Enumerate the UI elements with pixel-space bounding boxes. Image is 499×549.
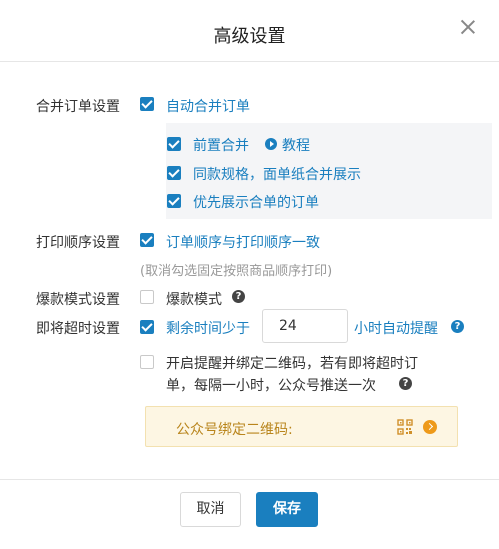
bind-qr-label-line2[interactable]: 单，每隔一小时，公众号推送一次: [166, 375, 376, 395]
qr-bind-banner[interactable]: 公众号绑定二维码:: [145, 406, 458, 447]
help-icon[interactable]: ?: [451, 320, 464, 333]
priority-merge-checkbox[interactable]: [167, 194, 181, 208]
footer-divider: [0, 479, 499, 480]
help-icon[interactable]: ?: [232, 290, 245, 303]
same-spec-label[interactable]: 同款规格，面单纸合并展示: [193, 164, 361, 184]
timeout-label: 即将超时设置: [36, 321, 120, 337]
same-spec-checkbox[interactable]: [167, 166, 181, 180]
timeout-after-label[interactable]: 小时自动提醒: [354, 318, 438, 338]
qr-bind-label: 公众号绑定二维码:: [176, 422, 293, 438]
merge-order-label: 合并订单设置: [36, 99, 120, 115]
auto-merge-checkbox[interactable]: [140, 97, 154, 111]
hot-mode-label: 爆款模式设置: [36, 292, 120, 308]
print-order-note: (取消勾选固定按照商品顺序打印): [140, 264, 333, 279]
tutorial-link[interactable]: 教程: [282, 135, 310, 155]
print-order-label: 打印顺序设置: [36, 235, 120, 251]
close-icon[interactable]: [459, 18, 477, 36]
timeout-hours-input[interactable]: [262, 309, 348, 343]
priority-merge-label[interactable]: 优先展示合单的订单: [193, 192, 319, 212]
help-icon[interactable]: ?: [399, 377, 412, 390]
save-button[interactable]: 保存: [256, 492, 318, 527]
front-merge-checkbox[interactable]: [167, 137, 181, 151]
timeout-checkbox[interactable]: [140, 320, 154, 334]
print-order-option-label[interactable]: 订单顺序与打印顺序一致: [166, 232, 320, 252]
bind-qr-label-line1[interactable]: 开启提醒并绑定二维码，若有即将超时订: [166, 353, 418, 373]
play-icon[interactable]: [265, 138, 277, 150]
chevron-right-icon[interactable]: [423, 420, 437, 434]
auto-merge-label[interactable]: 自动合并订单: [166, 96, 250, 116]
dialog-header: 高级设置: [0, 0, 499, 62]
hot-mode-checkbox[interactable]: [140, 290, 154, 304]
timeout-before-label[interactable]: 剩余时间少于: [166, 318, 250, 338]
hot-mode-option-label[interactable]: 爆款模式: [166, 289, 222, 309]
dialog-title: 高级设置: [213, 26, 286, 47]
bind-qr-checkbox[interactable]: [140, 355, 154, 369]
qr-code-icon[interactable]: [397, 419, 413, 435]
cancel-button[interactable]: 取消: [180, 492, 241, 527]
front-merge-label[interactable]: 前置合并: [193, 135, 249, 155]
print-order-checkbox[interactable]: [140, 233, 154, 247]
